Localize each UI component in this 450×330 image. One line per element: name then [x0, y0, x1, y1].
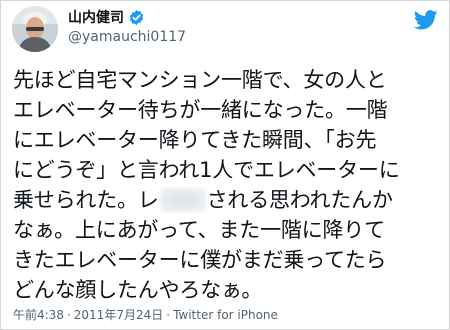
tweet-line: エレベーター待ちが一緒になった。一階 — [13, 98, 388, 122]
tweet-card: 山内健司 @yamauchi0117 先ほど自宅マンション一階で、女の人と エレベ… — [0, 0, 450, 330]
avatar-photo — [12, 6, 58, 52]
tweet-line: にどうぞ」と言われ1人でエレベーターに — [13, 158, 400, 182]
twitter-bird-icon[interactable] — [414, 10, 438, 30]
tweet-line: どんな顔したんやろなぁ。 — [13, 278, 263, 302]
display-name[interactable]: 山内健司 — [68, 7, 124, 27]
tweet-source[interactable]: Twitter for iPhone — [173, 308, 278, 322]
avatar[interactable] — [12, 6, 58, 52]
meta-separator: · — [66, 308, 71, 322]
tweet-text: 先ほど自宅マンション一階で、女の人と エレベーター待ちが一緒になった。一階 にエレベ… — [13, 65, 443, 305]
tweet-line: なぁ。上にあがって、また一階に降りて — [13, 218, 385, 242]
meta-separator: · — [166, 308, 171, 322]
verified-badge-icon — [128, 9, 145, 26]
tweet-text-segment: 乗せられた。レ — [13, 188, 159, 212]
tweet-text-segment: される思われたんか — [206, 188, 393, 212]
tweet-line: 先ほど自宅マンション一階で、女の人と — [13, 68, 387, 92]
redaction-blur — [159, 188, 206, 212]
tweet-line: にエレベーター降りてきた瞬間、「お先 — [13, 128, 377, 152]
tweet-date[interactable]: 2011年7月24日 — [74, 308, 163, 322]
user-handle[interactable]: @yamauchi0117 — [68, 29, 186, 45]
tweet-meta: 午前4:38 · 2011年7月24日 · Twitter for iPhone — [13, 306, 278, 323]
name-row: 山内健司 — [68, 6, 145, 28]
tweet-line: きたエレベーターに僕がまだ乗ってたら — [13, 248, 387, 272]
tweet-line-redacted: 乗せられた。レ される思われたんか — [13, 185, 443, 215]
tweet-time[interactable]: 午前4:38 — [13, 308, 64, 322]
